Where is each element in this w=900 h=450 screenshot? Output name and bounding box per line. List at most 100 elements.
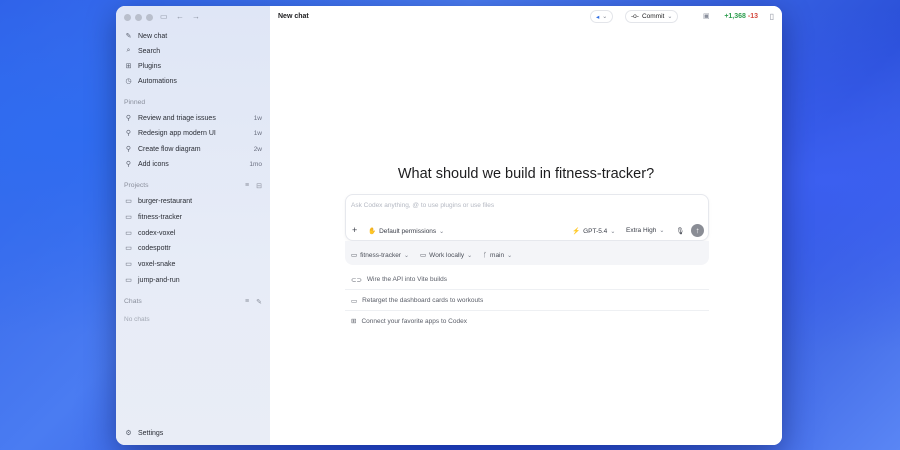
pin-icon: ⚲ bbox=[125, 130, 132, 137]
chats-empty-text: No chats bbox=[124, 316, 150, 323]
pinned-item-age: 1mo bbox=[249, 160, 262, 168]
suggestion-label: Wire the API into Vite builds bbox=[366, 276, 447, 283]
project-item[interactable]: ▭ fitness-tracker bbox=[116, 210, 270, 224]
sidebar-item-label: Automations bbox=[138, 77, 177, 85]
main-panel: New chat ◂ ⌄ -o- Commit ⌄ ▣ +1,368 -13 ▯… bbox=[270, 6, 782, 445]
project-item-label: codex-voxel bbox=[138, 229, 176, 237]
folder-icon: ▭ bbox=[351, 252, 358, 259]
filter-icon[interactable]: ≡ bbox=[245, 298, 249, 306]
chats-tools: ≡ ✎ bbox=[245, 298, 262, 306]
pinned-item[interactable]: ⚲ Review and triage issues 1w bbox=[116, 111, 270, 125]
chevron-down-icon: ⌄ bbox=[507, 253, 513, 259]
settings-label: Settings bbox=[138, 429, 164, 437]
suggestion-item[interactable]: ⊞ Connect your favorite apps to Codex bbox=[345, 311, 709, 331]
permissions-dropdown[interactable]: ✋ Default permissions ⌄ bbox=[368, 227, 444, 236]
monitor-icon: ▭ bbox=[420, 252, 427, 259]
sidebar-item-label: New chat bbox=[138, 32, 168, 40]
pinned-item[interactable]: ⚲ Add icons 1mo bbox=[116, 157, 270, 171]
sidebar-item-plugins[interactable]: ⊞ Plugins bbox=[116, 59, 270, 73]
welcome-heading: What should we build in fitness-tracker? bbox=[397, 166, 655, 182]
permissions-label: Default permissions bbox=[379, 227, 437, 235]
diff-stats[interactable]: +1,368 -13 bbox=[724, 13, 758, 20]
suggestion-label: Connect your favorite apps to Codex bbox=[361, 317, 467, 325]
project-item[interactable]: ▭ jump-and-run bbox=[116, 273, 270, 287]
pinned-item-label: Redesign app modern UI bbox=[138, 129, 216, 137]
pinned-item-label: Review and triage issues bbox=[138, 114, 216, 122]
chevron-down-icon: ⌄ bbox=[667, 14, 673, 20]
settings-button[interactable]: ⚙ Settings bbox=[116, 426, 270, 440]
workspace-dropdown[interactable]: ▭ Work locally ⌄ bbox=[420, 251, 473, 260]
diff-added: +1,368 bbox=[724, 13, 746, 20]
branch-dropdown[interactable]: ᚴ main ⌄ bbox=[483, 252, 512, 259]
model-dropdown[interactable]: ⚡ GPT-5.4 ⌄ bbox=[572, 227, 615, 236]
compose-icon[interactable]: ✎ bbox=[256, 298, 262, 306]
lightning-icon: ⚡ bbox=[572, 228, 581, 235]
pinned-item[interactable]: ⚲ Create flow diagram 2w bbox=[116, 142, 270, 156]
panel-toggle-icon[interactable]: ▯ bbox=[770, 12, 774, 21]
project-item-label: fitness-tracker bbox=[138, 213, 182, 221]
suggestion-item[interactable]: ⊂⊃ Wire the API into Vite builds bbox=[345, 270, 709, 290]
pinned-item-label: Create flow diagram bbox=[138, 145, 201, 153]
folder-icon: ▭ bbox=[125, 214, 132, 221]
zoom-window-button[interactable] bbox=[146, 14, 153, 21]
app-window: ▭ ← → ✎ New chat ⌕ Search ⊞ Plugins ◷ Au… bbox=[116, 6, 782, 445]
search-icon: ⌕ bbox=[126, 47, 131, 54]
project-dropdown[interactable]: ▭ fitness-tracker ⌄ bbox=[351, 251, 410, 260]
project-item[interactable]: ▭ voxel-snake bbox=[116, 257, 270, 271]
commit-icon: -o- bbox=[631, 13, 639, 20]
gear-icon: ⚙ bbox=[125, 430, 132, 437]
vscode-icon: ◂ bbox=[596, 13, 600, 21]
back-arrow-icon[interactable]: ← bbox=[176, 12, 184, 22]
folder-icon: ▭ bbox=[125, 230, 132, 237]
pinned-item-age: 1w bbox=[253, 129, 262, 137]
sidebar-item-label: Plugins bbox=[138, 62, 161, 70]
effort-dropdown[interactable]: Extra High ⌄ bbox=[626, 227, 664, 234]
folder-icon: ▭ bbox=[125, 261, 132, 268]
pinned-item[interactable]: ⚲ Redesign app modern UI 1w bbox=[116, 126, 270, 140]
sidebar-item-search[interactable]: ⌕ Search bbox=[116, 44, 270, 58]
project-item[interactable]: ▭ burger-restaurant bbox=[116, 194, 270, 208]
project-item[interactable]: ▭ codex-voxel bbox=[116, 226, 270, 240]
projects-tools: ≡ ⊟ bbox=[245, 182, 262, 190]
model-label: GPT-5.4 bbox=[583, 227, 608, 235]
project-item[interactable]: ▭ codespottr bbox=[116, 241, 270, 255]
suggestion-item[interactable]: ▭ Retarget the dashboard cards to workou… bbox=[345, 291, 709, 311]
plugins-icon: ⊞ bbox=[125, 63, 132, 70]
prompt-input[interactable] bbox=[351, 202, 681, 209]
project-item-label: burger-restaurant bbox=[138, 197, 193, 205]
effort-label: Extra High bbox=[626, 227, 657, 234]
folder-icon: ▭ bbox=[125, 198, 132, 205]
clock-icon: ◷ bbox=[125, 78, 132, 85]
minimize-window-button[interactable] bbox=[135, 14, 142, 21]
pin-icon: ⚲ bbox=[125, 115, 132, 122]
send-button[interactable]: ↑ bbox=[691, 224, 704, 237]
composer: + ✋ Default permissions ⌄ ⚡ GPT-5.4 ⌄ Ex… bbox=[345, 194, 709, 241]
commit-button[interactable]: -o- Commit ⌄ bbox=[625, 10, 679, 23]
apps-grid-icon: ⊞ bbox=[351, 318, 357, 325]
branch-icon: ᚴ bbox=[483, 252, 488, 259]
microphone-icon[interactable]: 🎙 bbox=[676, 227, 684, 235]
sidebar-item-new-chat[interactable]: ✎ New chat bbox=[116, 29, 270, 43]
chevron-down-icon: ⌄ bbox=[403, 252, 410, 259]
sidebar-item-label: Search bbox=[138, 47, 161, 55]
chevron-down-icon: ⌄ bbox=[659, 228, 665, 234]
filter-icon[interactable]: ≡ bbox=[245, 182, 249, 190]
projects-section-label: Projects bbox=[124, 182, 149, 189]
pinned-section-label: Pinned bbox=[124, 99, 146, 106]
close-window-button[interactable] bbox=[124, 14, 131, 21]
project-item-label: voxel-snake bbox=[138, 260, 176, 268]
new-folder-icon[interactable]: ⊟ bbox=[256, 182, 262, 190]
sidebar-item-automations[interactable]: ◷ Automations bbox=[116, 74, 270, 88]
editor-dropdown[interactable]: ◂ ⌄ bbox=[590, 10, 614, 23]
commit-label: Commit bbox=[641, 13, 665, 20]
forward-arrow-icon[interactable]: → bbox=[192, 12, 200, 22]
chevron-down-icon: ⌄ bbox=[467, 252, 473, 259]
folder-icon: ▭ bbox=[125, 245, 132, 252]
project-label: fitness-tracker bbox=[360, 251, 401, 259]
sidebar-toggle-icon[interactable]: ▭ bbox=[160, 12, 168, 22]
add-attachment-icon[interactable]: + bbox=[352, 225, 357, 235]
chats-section-label: Chats bbox=[124, 298, 142, 305]
terminal-icon[interactable]: ▣ bbox=[703, 12, 710, 20]
arrow-up-icon: ↑ bbox=[695, 226, 700, 235]
folder-icon: ▭ bbox=[125, 277, 132, 284]
